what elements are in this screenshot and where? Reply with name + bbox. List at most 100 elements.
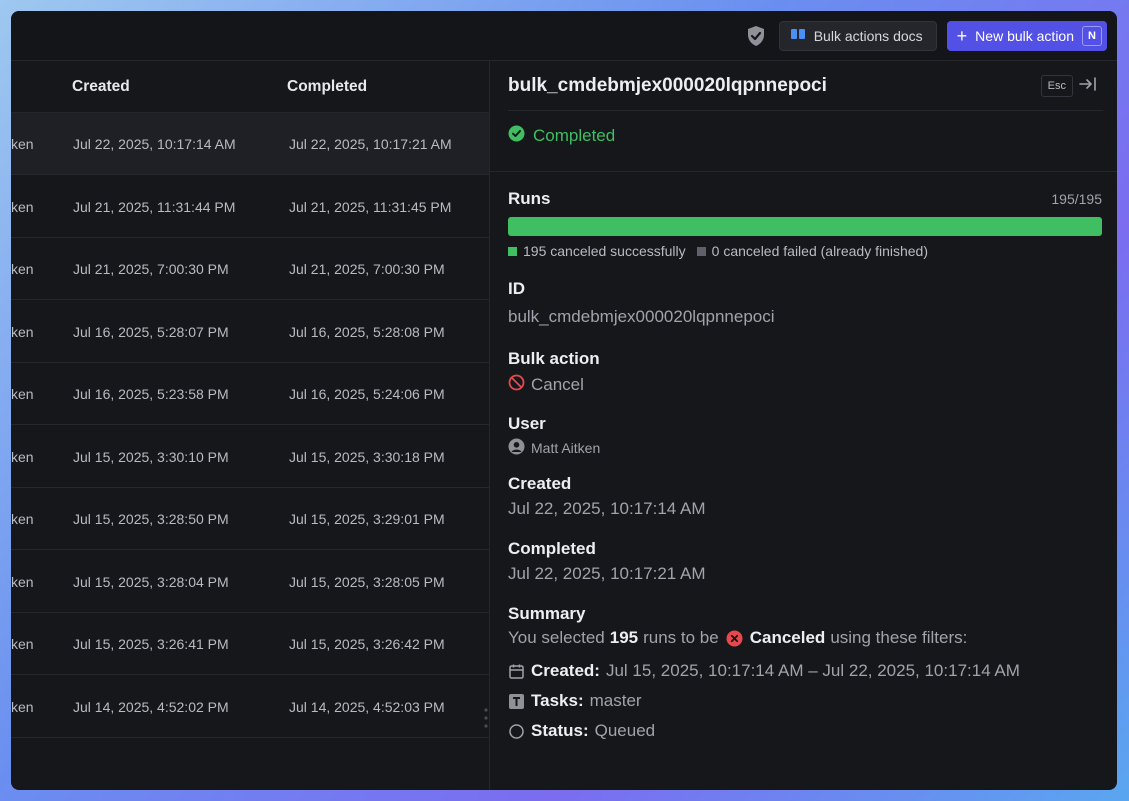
created-cell: Jul 15, 2025, 3:30:10 PM [73, 449, 229, 465]
created-cell: Jul 15, 2025, 3:28:04 PM [73, 574, 229, 590]
esc-key[interactable]: Esc [1040, 75, 1073, 97]
bulk-actions-docs-button[interactable]: Bulk actions docs [778, 20, 937, 51]
user-cell: ken [11, 136, 34, 152]
completed-cell: Jul 22, 2025, 10:17:21 AM [289, 136, 452, 152]
created-cell: Jul 21, 2025, 7:00:30 PM [73, 261, 229, 277]
user-cell: ken [11, 574, 34, 590]
filter-tasks: Tasks: master [508, 691, 642, 711]
calendar-icon [508, 663, 525, 680]
summary-mid: runs to be [643, 628, 719, 647]
user-value: Matt Aitken [508, 438, 600, 458]
summary-label: Summary [508, 604, 586, 623]
completed-label: Completed [508, 539, 596, 558]
canceled-icon [726, 630, 743, 647]
runs-progress-fill [508, 217, 1102, 236]
filter-value: master [589, 691, 642, 710]
created-cell: Jul 14, 2025, 4:52:02 PM [73, 699, 229, 715]
completed-cell: Jul 21, 2025, 11:31:45 PM [289, 199, 452, 215]
completed-cell: Jul 14, 2025, 4:52:03 PM [289, 699, 445, 715]
user-cell: ken [11, 511, 34, 527]
top-bar: Bulk actions docs + New bulk action N [11, 11, 1117, 61]
completed-value: Jul 22, 2025, 10:17:21 AM [508, 564, 706, 583]
filter-key: Status: [531, 721, 589, 740]
user-cell: ken [11, 386, 34, 402]
filter-key: Tasks: [531, 691, 584, 710]
summary-action: Canceled [749, 628, 826, 647]
column-header-completed[interactable]: Completed [287, 78, 367, 96]
created-cell: Jul 15, 2025, 3:28:50 PM [73, 511, 229, 527]
success-swatch [508, 246, 517, 256]
table-row[interactable]: ken Jul 15, 2025, 3:30:10 PM Jul 15, 202… [11, 426, 489, 488]
created-cell: Jul 22, 2025, 10:17:14 AM [73, 136, 236, 152]
bulk-action-value: Cancel [508, 374, 584, 396]
created-cell: Jul 21, 2025, 11:31:44 PM [73, 199, 236, 215]
filter-key: Created: [531, 661, 600, 680]
legend-success: 195 canceled successfully [523, 243, 686, 259]
created-cell: Jul 16, 2025, 5:23:58 PM [73, 386, 229, 402]
task-icon [508, 693, 525, 710]
close-panel-icon[interactable] [1079, 76, 1097, 96]
new-bulk-action-button[interactable]: + New bulk action N [946, 20, 1107, 51]
docs-label: Bulk actions docs [813, 27, 923, 44]
table-row[interactable]: ken Jul 21, 2025, 7:00:30 PM Jul 21, 202… [11, 238, 489, 300]
filter-value: Jul 15, 2025, 10:17:14 AM – Jul 22, 2025… [605, 661, 1020, 680]
table-row[interactable]: ken Jul 16, 2025, 5:28:07 PM Jul 16, 202… [11, 301, 489, 363]
bulk-action-text: Cancel [531, 375, 584, 394]
divider [490, 171, 1117, 172]
table-row[interactable]: ken Jul 15, 2025, 3:28:50 PM Jul 15, 202… [11, 488, 489, 550]
status-badge: Completed [508, 125, 615, 147]
filter-created: Created: Jul 15, 2025, 10:17:14 AM – Jul… [508, 661, 1020, 681]
runs-progress-bar [508, 217, 1102, 236]
user-cell: ken [11, 636, 34, 652]
user-cell: ken [11, 261, 34, 277]
created-label: Created [508, 474, 572, 493]
column-header-created[interactable]: Created [72, 78, 130, 96]
shield-icon[interactable] [745, 25, 767, 47]
table-row[interactable]: ken Jul 22, 2025, 10:17:14 AM Jul 22, 20… [11, 113, 489, 175]
avatar-icon [508, 438, 525, 458]
completed-cell: Jul 16, 2025, 5:28:08 PM [289, 324, 445, 340]
completed-cell: Jul 15, 2025, 3:26:42 PM [289, 636, 445, 652]
table-row[interactable]: ken Jul 21, 2025, 11:31:44 PM Jul 21, 20… [11, 176, 489, 238]
created-cell: Jul 16, 2025, 5:28:07 PM [73, 324, 229, 340]
summary-suffix: using these filters: [830, 628, 968, 647]
app-window: Bulk actions docs + New bulk action N Cr… [11, 11, 1117, 790]
id-label: ID [508, 279, 525, 298]
table-row[interactable]: ken Jul 15, 2025, 3:26:41 PM Jul 15, 202… [11, 613, 489, 675]
id-value: bulk_cmdebmjex000020lqpnnepoci [508, 307, 775, 326]
completed-cell: Jul 16, 2025, 5:24:06 PM [289, 386, 445, 402]
bulk-action-label: Bulk action [508, 349, 600, 368]
user-cell: ken [11, 324, 34, 340]
table-row[interactable]: ken Jul 16, 2025, 5:23:58 PM Jul 16, 202… [11, 363, 489, 425]
completed-cell: Jul 15, 2025, 3:28:05 PM [289, 574, 445, 590]
panel-title: bulk_cmdebmjex000020lqpnnepoci [508, 75, 827, 96]
created-cell: Jul 15, 2025, 3:26:41 PM [73, 636, 229, 652]
summary-count: 195 [609, 628, 639, 647]
circle-status-icon [508, 723, 525, 740]
table-row[interactable]: ken Jul 14, 2025, 4:52:02 PM Jul 14, 202… [11, 676, 489, 738]
plus-icon: + [956, 25, 968, 46]
legend-failed: 0 canceled failed (already finished) [711, 243, 929, 259]
book-icon [790, 27, 806, 44]
created-value: Jul 22, 2025, 10:17:14 AM [508, 499, 706, 518]
summary-text: You selected 195 runs to be Canceled usi… [508, 628, 967, 648]
filter-value: Queued [594, 721, 656, 740]
close-panel[interactable]: Esc [1040, 75, 1097, 97]
filter-status: Status: Queued [508, 721, 655, 741]
divider [508, 110, 1103, 111]
user-cell: ken [11, 449, 34, 465]
user-name: Matt Aitken [531, 440, 601, 456]
status-label: Completed [533, 126, 616, 145]
check-circle-icon [508, 125, 525, 147]
new-bulk-action-label: New bulk action [975, 27, 1074, 44]
summary-prefix: You selected [508, 628, 605, 647]
completed-cell: Jul 15, 2025, 3:30:18 PM [289, 449, 445, 465]
table-row[interactable]: ken Jul 15, 2025, 3:28:04 PM Jul 15, 202… [11, 551, 489, 613]
user-label: User [508, 414, 546, 433]
detail-panel: bulk_cmdebmjex000020lqpnnepoci Esc Compl… [489, 61, 1117, 790]
failed-swatch [696, 246, 706, 256]
table-header: Created Completed [11, 61, 489, 113]
user-cell: ken [11, 699, 34, 715]
completed-cell: Jul 21, 2025, 7:00:30 PM [289, 261, 445, 277]
completed-cell: Jul 15, 2025, 3:29:01 PM [289, 511, 445, 527]
